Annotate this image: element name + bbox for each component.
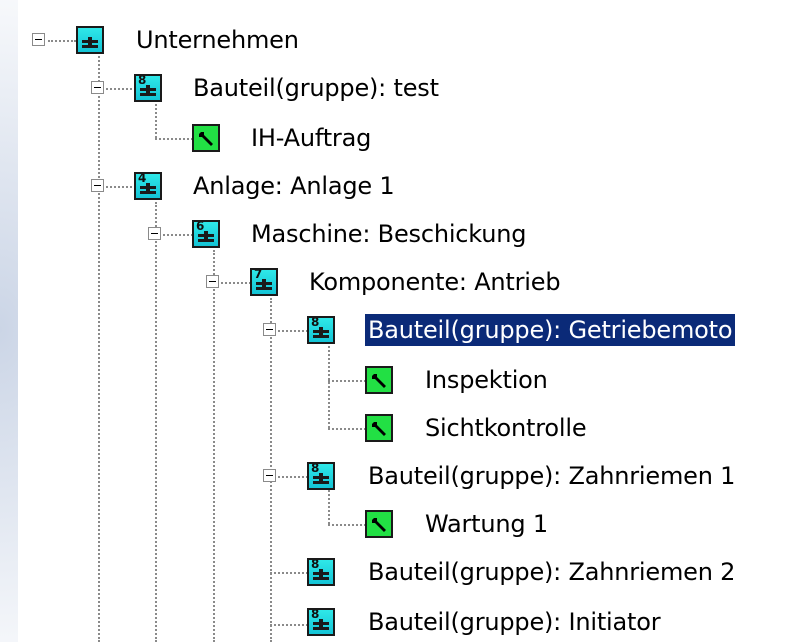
tree-node-label-selected[interactable]: Bauteil(gruppe): Getriebemoto	[363, 313, 737, 347]
tree-node-label[interactable]: IH-Auftrag	[248, 122, 374, 154]
tree-node-label[interactable]: Bauteil(gruppe): Initiator	[365, 606, 663, 638]
tree-connector	[328, 346, 330, 428]
tree-connector	[270, 624, 308, 626]
tree-connector	[328, 490, 330, 524]
machine-icon: 7	[250, 268, 278, 296]
tree-node-label[interactable]: Bauteil(gruppe): test	[190, 72, 442, 104]
collapse-toggle[interactable]	[263, 323, 276, 336]
collapse-toggle[interactable]	[263, 469, 276, 482]
tree-node-label[interactable]: Inspektion	[422, 364, 551, 396]
tree-node-label[interactable]: Unternehmen	[133, 24, 302, 56]
tree-node-label[interactable]: Wartung 1	[422, 508, 551, 540]
collapse-toggle[interactable]	[91, 179, 104, 192]
collapse-toggle[interactable]	[148, 227, 161, 240]
tree-connector	[270, 572, 308, 574]
tree-node-label[interactable]: Sichtkontrolle	[422, 412, 589, 444]
tree-connector	[98, 186, 100, 642]
machine-icon: 8	[307, 558, 335, 586]
machine-icon: 8	[307, 316, 335, 344]
wrench-icon	[365, 510, 393, 538]
wrench-icon	[365, 414, 393, 442]
tree-node-label[interactable]: Maschine: Beschickung	[248, 218, 529, 250]
desktop-background: Unternehmen 8 Bauteil(gruppe): test IH-A…	[0, 0, 803, 642]
collapse-toggle[interactable]	[91, 81, 104, 94]
tree-view[interactable]: Unternehmen 8 Bauteil(gruppe): test IH-A…	[0, 0, 803, 642]
machine-icon	[76, 26, 104, 54]
tree-node-label[interactable]: Komponente: Antrieb	[306, 266, 563, 298]
machine-icon: 6	[192, 220, 220, 248]
machine-icon: 8	[307, 462, 335, 490]
tree-node-label[interactable]: Bauteil(gruppe): Zahnriemen 2	[365, 556, 738, 588]
machine-icon: 8	[307, 608, 335, 636]
tree-connector	[48, 40, 76, 42]
collapse-toggle[interactable]	[32, 33, 45, 46]
collapse-toggle[interactable]	[206, 275, 219, 288]
machine-icon: 8	[134, 74, 162, 102]
tree-connector	[155, 202, 157, 642]
wrench-icon	[192, 124, 220, 152]
tree-connector	[213, 250, 215, 642]
tree-node-label[interactable]: Bauteil(gruppe): Zahnriemen 1	[365, 460, 738, 492]
tree-connector	[328, 428, 366, 430]
tree-panel: Unternehmen 8 Bauteil(gruppe): test IH-A…	[18, 0, 803, 642]
tree-connector	[155, 138, 193, 140]
tree-connector	[328, 524, 366, 526]
tree-node-label[interactable]: Anlage: Anlage 1	[190, 170, 397, 202]
wrench-icon	[365, 366, 393, 394]
machine-icon: 4	[134, 172, 162, 200]
tree-connector	[328, 380, 366, 382]
tree-connector	[98, 56, 100, 186]
tree-connector	[155, 104, 157, 138]
